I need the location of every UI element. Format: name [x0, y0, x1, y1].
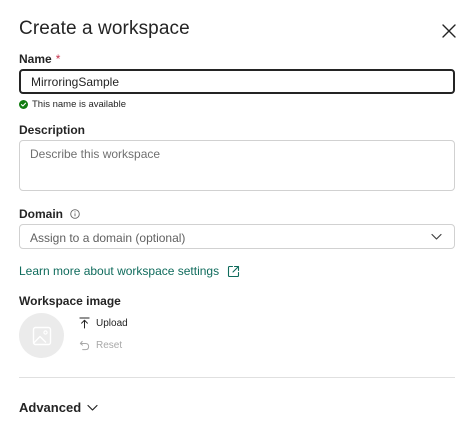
name-label-text: Name [19, 52, 52, 66]
workspace-image-placeholder [19, 313, 64, 358]
reset-button[interactable]: Reset [79, 340, 122, 351]
create-workspace-panel: Create a workspace Name* This name is av… [0, 0, 474, 438]
dialog-title: Create a workspace [19, 18, 190, 39]
domain-dropdown[interactable]: Assign to a domain (optional) [19, 224, 455, 249]
domain-placeholder: Assign to a domain (optional) [30, 231, 186, 245]
image-icon [32, 326, 51, 345]
name-label: Name * [19, 52, 60, 66]
required-mark: * [55, 52, 61, 66]
validation-message: This name is available [32, 99, 126, 110]
upload-icon [79, 317, 90, 329]
external-link-icon [228, 265, 240, 277]
chevron-down-icon [431, 233, 442, 240]
learn-more-text: Learn more about workspace settings [19, 264, 220, 278]
advanced-toggle[interactable]: Advanced [19, 400, 98, 415]
close-button[interactable] [440, 22, 458, 40]
chevron-down-icon [87, 404, 98, 411]
advanced-label: Advanced [19, 400, 82, 415]
upload-button[interactable]: Upload [79, 317, 128, 329]
reset-icon [79, 340, 90, 351]
name-validation: This name is available [19, 99, 126, 110]
section-divider [19, 377, 455, 378]
description-label: Description [19, 123, 86, 137]
info-icon[interactable] [70, 209, 81, 219]
domain-label-text: Domain [19, 207, 64, 221]
upload-label: Upload [96, 317, 128, 329]
close-icon [442, 24, 456, 38]
learn-more-link[interactable]: Learn more about workspace settings [19, 264, 240, 278]
domain-label: Domain [19, 207, 81, 221]
name-input[interactable] [19, 69, 455, 94]
check-circle-icon [19, 100, 28, 109]
description-input[interactable] [19, 140, 455, 191]
reset-label: Reset [96, 340, 123, 351]
workspace-image-label: Workspace image [19, 294, 121, 308]
